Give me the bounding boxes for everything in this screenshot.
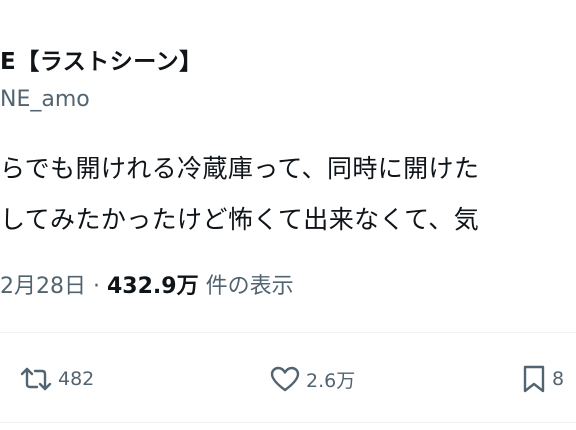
view-count-label: 件の表示 <box>205 274 294 299</box>
meta-separator: · <box>93 274 100 299</box>
like-count: 2.6万 <box>306 369 356 392</box>
post-text-line-1: らでも開けれる冷蔵庫って、同時に開けた <box>0 154 480 183</box>
author-name[interactable]: E【ラストシーン】 <box>0 42 203 76</box>
post-date[interactable]: 2月28日 <box>0 274 86 299</box>
retweet-count: 482 <box>58 368 95 390</box>
divider <box>0 422 576 423</box>
author-handle[interactable]: NE_amo <box>0 87 90 112</box>
post-text-line-2: してみたかったけど怖くて出来なくて、気 <box>0 205 480 234</box>
bookmark-icon <box>523 365 545 393</box>
bookmark-button[interactable]: 8 <box>522 359 564 399</box>
retweet-icon <box>20 367 52 391</box>
heart-icon <box>270 366 300 391</box>
divider <box>0 332 576 333</box>
like-button[interactable]: 2.6万 <box>270 359 355 399</box>
bookmark-count: 8 <box>552 368 565 390</box>
view-count: 432.9万 <box>107 274 199 299</box>
post-meta: 2月28日 · 432.9万 件の表示 <box>0 268 294 300</box>
retweet-button[interactable]: 482 <box>20 359 94 399</box>
